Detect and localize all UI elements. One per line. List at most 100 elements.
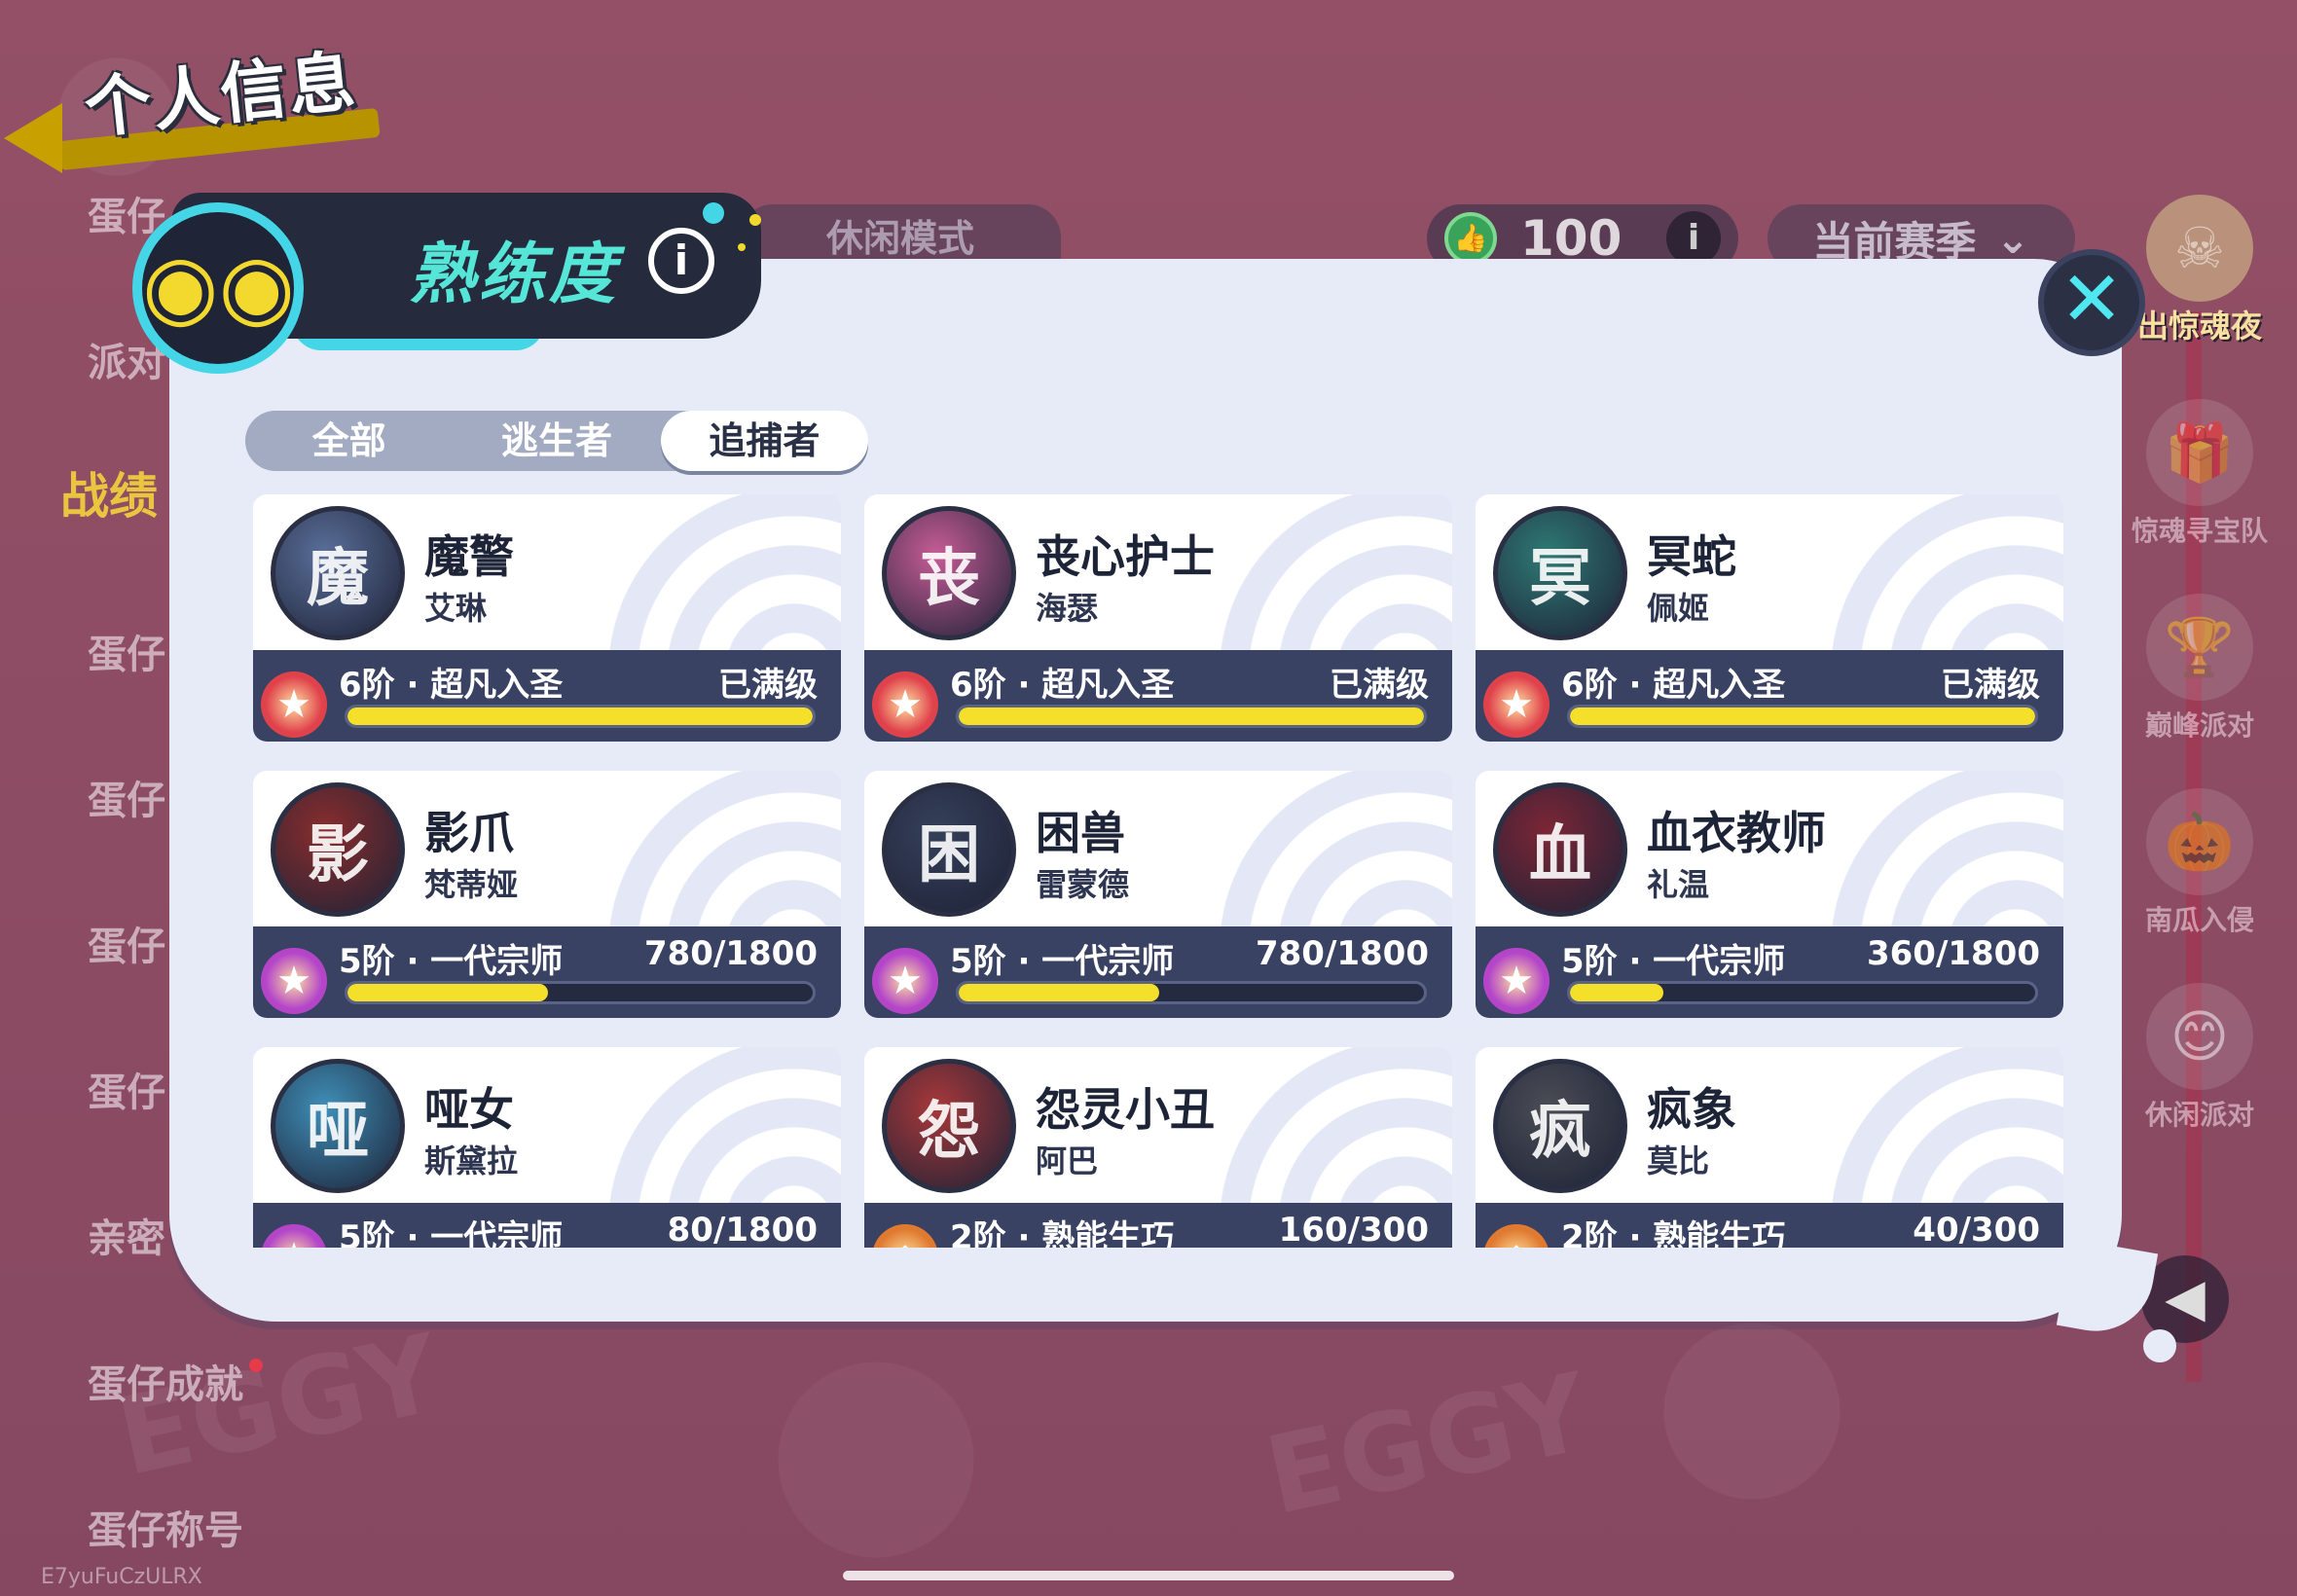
rank-label: 2阶 · 熟能生巧 (1561, 1218, 1786, 1248)
decor-dot (703, 202, 724, 224)
character-subname: 艾琳 (424, 590, 488, 627)
back-arrow-icon[interactable] (4, 103, 62, 173)
rank-progress-text: 360/1800 (1866, 934, 2040, 973)
rank-progress-text: 已满级 (1330, 666, 1429, 705)
menu-item-active[interactable]: 战绩 (60, 457, 158, 527)
menu-item[interactable]: 蛋仔 (88, 1061, 165, 1117)
character-card[interactable]: 丧丧心护士 海瑟 ★ 6阶 · 超凡入圣 已满级 (864, 494, 1452, 742)
progress-track (345, 981, 816, 1004)
right-rail: ☠ 出惊魂夜 🎁 惊魂寻宝队 🏆 巅峰派对 🎃 南瓜入侵 😊 休闲派对 (2102, 195, 2297, 1382)
character-card[interactable]: 怨怨灵小丑阿巴 ◆ 2阶 · 熟能生巧 160/300 (864, 1047, 1452, 1248)
progress-fill (959, 707, 1424, 725)
rank-progress-text: 80/1800 (667, 1211, 818, 1248)
decor-dot (738, 243, 746, 251)
rank-bar: ★ 5阶 · 一代宗师 780/1800 (864, 926, 1452, 1018)
progress-fill (1570, 984, 1663, 1001)
menu-item[interactable]: 蛋仔 (88, 915, 165, 971)
progress-fill (1570, 707, 2035, 725)
modal-title: 熟练度 (409, 236, 620, 313)
character-subname: 斯黛拉 (424, 1143, 519, 1179)
rank-emblem-icon: ★ (872, 948, 938, 1014)
menu-item[interactable]: 蛋仔 (88, 769, 165, 825)
character-name: 疯象 (1647, 1083, 1736, 1136)
rail-item-treasure[interactable]: 🎁 惊魂寻宝队 (2102, 399, 2297, 549)
modal-tail-dot (2143, 1329, 2176, 1362)
info-icon[interactable]: i (1666, 211, 1721, 266)
progress-fill (959, 984, 1159, 1001)
character-avatar: 魔 (271, 506, 405, 640)
tab-survivor[interactable]: 逃生者 (453, 411, 660, 471)
menu-item[interactable]: 蛋仔 (88, 623, 165, 679)
pumpkin-icon: 🎃 (2146, 788, 2253, 895)
rank-bar: ★ 5阶 · 一代宗师 80/1800 (253, 1203, 841, 1248)
progress-track (1567, 981, 2038, 1004)
progress-fill (347, 984, 548, 1001)
rank-progress-text: 40/300 (1913, 1211, 2040, 1248)
rail-item-label: 巅峰派对 (2144, 709, 2254, 742)
progress-track (345, 705, 816, 728)
character-name: 血衣教师 (1647, 807, 1826, 859)
rank-emblem-icon: ◆ (1483, 1224, 1550, 1248)
character-subname: 雷蒙德 (1036, 866, 1130, 903)
character-avatar: 困 (882, 782, 1016, 917)
rank-label: 5阶 · 一代宗师 (339, 1218, 564, 1248)
character-card[interactable]: 哑哑女斯黛拉 ★ 5阶 · 一代宗师 80/1800 (253, 1047, 841, 1248)
character-subname: 莫比 (1647, 1143, 1710, 1179)
rank-bar: ★ 6阶 · 超凡入圣 已满级 (1476, 650, 2063, 742)
rank-emblem-icon: ★ (261, 1224, 327, 1248)
rank-emblem-icon: ★ (1483, 948, 1550, 1014)
character-card[interactable]: 困困兽 雷蒙德 ★ 5阶 · 一代宗师 780/1800 (864, 771, 1452, 1018)
rank-label: 5阶 · 一代宗师 (339, 942, 564, 981)
proficiency-logo-icon: ◉◉ (132, 202, 304, 374)
character-name: 怨灵小丑 (1036, 1083, 1215, 1136)
chevron-down-icon: ⌄ (1995, 214, 2030, 263)
page-header: 个人信息 (0, 19, 409, 173)
rank-progress-text: 780/1800 (1255, 934, 1429, 973)
rank-label: 6阶 · 超凡入圣 (1561, 666, 1786, 705)
rank-progress-text: 780/1800 (643, 934, 818, 973)
rail-item-casual[interactable]: 😊 休闲派对 (2102, 983, 2297, 1133)
character-avatar: 哑 (271, 1059, 405, 1193)
role-tabs: 全部 逃生者 追捕者 (245, 411, 868, 471)
menu-item[interactable]: 蛋仔称号 (88, 1499, 243, 1555)
menu-item[interactable]: 亲密 (88, 1207, 165, 1263)
rank-bar: ★ 5阶 · 一代宗师 360/1800 (1476, 926, 2063, 1018)
decor-dot (749, 214, 761, 226)
character-card[interactable]: 魔魔警 艾琳 ★ 6阶 · 超凡入圣 已满级 (253, 494, 841, 742)
character-avatar: 冥 (1493, 506, 1627, 640)
notification-dot (249, 1359, 263, 1372)
menu-item[interactable]: 蛋仔成就 (88, 1353, 243, 1409)
character-name: 影爪 (424, 807, 514, 859)
character-subname: 佩姬 (1647, 590, 1710, 627)
rank-bar: ★ 5阶 · 一代宗师 780/1800 (253, 926, 841, 1018)
tab-hunter[interactable]: 追捕者 (660, 411, 868, 471)
trophy-icon: 🏆 (2146, 594, 2253, 701)
event-icon: ☠ (2146, 195, 2253, 302)
character-avatar: 怨 (882, 1059, 1016, 1193)
info-icon[interactable]: i (648, 228, 714, 294)
character-card[interactable]: 血血衣教师 礼温 ★ 5阶 · 一代宗师 360/1800 (1476, 771, 2063, 1018)
character-avatar: 影 (271, 782, 405, 917)
tab-all[interactable]: 全部 (245, 411, 453, 471)
rail-item-peak[interactable]: 🏆 巅峰派对 (2102, 594, 2297, 744)
character-name: 丧心护士 (1036, 530, 1215, 583)
rank-label: 5阶 · 一代宗师 (950, 942, 1175, 981)
rank-progress-text: 160/300 (1278, 1211, 1429, 1248)
rail-item-pumpkin[interactable]: 🎃 南瓜入侵 (2102, 788, 2297, 938)
rank-emblem-icon: ★ (261, 671, 327, 738)
rank-emblem-icon: ★ (872, 671, 938, 738)
rank-bar: ★ 6阶 · 超凡入圣 已满级 (253, 650, 841, 742)
progress-track (956, 981, 1427, 1004)
rank-emblem-icon: ★ (261, 948, 327, 1014)
character-card[interactable]: 疯疯象莫比 ◆ 2阶 · 熟能生巧 40/300 (1476, 1047, 2063, 1248)
character-subname: 礼温 (1647, 866, 1710, 903)
rank-bar: ★ 6阶 · 超凡入圣 已满级 (864, 650, 1452, 742)
home-indicator[interactable] (843, 1571, 1454, 1580)
smile-icon: 😊 (2146, 983, 2253, 1090)
rank-bar: ◆ 2阶 · 熟能生巧 40/300 (1476, 1203, 2063, 1248)
character-card[interactable]: 冥冥蛇 佩姬 ★ 6阶 · 超凡入圣 已满级 (1476, 494, 2063, 742)
character-subname: 梵蒂娅 (424, 866, 519, 903)
character-card[interactable]: 影影爪梵蒂娅 ★ 5阶 · 一代宗师 780/1800 (253, 771, 841, 1018)
close-icon[interactable]: ✕ (2038, 249, 2145, 356)
rail-item-label: 惊魂寻宝队 (2131, 515, 2268, 547)
